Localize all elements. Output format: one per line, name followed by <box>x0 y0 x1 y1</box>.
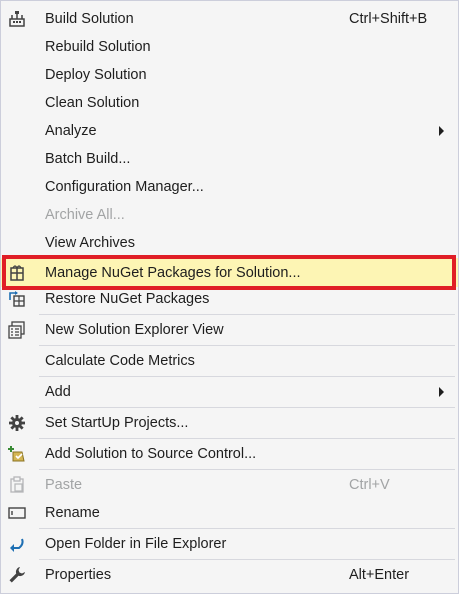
menu-item-label: Archive All... <box>45 207 125 223</box>
menu-item-view-archives[interactable]: View Archives <box>1 229 458 257</box>
menu-item-shortcut: Ctrl+V <box>349 477 390 493</box>
menu-separator <box>39 469 455 470</box>
menu-item-label: New Solution Explorer View <box>45 322 224 338</box>
menu-item-deploy-solution[interactable]: Deploy Solution <box>1 61 458 89</box>
menu-item-new-solution-explorer-view[interactable]: New Solution Explorer View <box>1 316 458 344</box>
menu-item-label: Restore NuGet Packages <box>45 291 210 307</box>
open-folder-arrow-icon <box>7 534 27 554</box>
menu-item-analyze[interactable]: Analyze <box>1 117 458 145</box>
menu-separator <box>39 559 455 560</box>
menu-separator <box>39 376 455 377</box>
menu-item-label: Rebuild Solution <box>45 39 151 55</box>
menu-item-label: Properties <box>45 567 112 583</box>
menu-item-shortcut: Ctrl+Shift+B <box>349 11 428 27</box>
menu-item-label: Rename <box>45 505 100 521</box>
menu-separator <box>39 345 455 346</box>
menu-item-properties[interactable]: Properties Alt+Enter <box>1 561 458 589</box>
source-control-add-icon <box>7 444 27 464</box>
menu-item-label: Clean Solution <box>45 95 140 111</box>
menu-item-label: Analyze <box>45 123 97 139</box>
rename-icon <box>7 503 27 523</box>
menu-item-add-solution-to-source-control[interactable]: Add Solution to Source Control... <box>1 440 458 468</box>
menu-item-set-startup-projects[interactable]: Set StartUp Projects... <box>1 409 458 437</box>
menu-item-open-folder-in-file-explorer[interactable]: Open Folder in File Explorer <box>1 530 458 558</box>
menu-item-label: View Archives <box>45 235 135 251</box>
menu-item-rename[interactable]: Rename <box>1 499 458 527</box>
menu-item-configuration-manager[interactable]: Configuration Manager... <box>1 173 458 201</box>
menu-item-add[interactable]: Add <box>1 378 458 406</box>
menu-item-batch-build[interactable]: Batch Build... <box>1 145 458 173</box>
menu-item-calculate-code-metrics[interactable]: Calculate Code Metrics <box>1 347 458 375</box>
menu-item-label: Deploy Solution <box>45 67 147 83</box>
wrench-icon <box>7 565 27 585</box>
menu-item-label: Open Folder in File Explorer <box>45 536 227 552</box>
menu-item-clean-solution[interactable]: Clean Solution <box>1 89 458 117</box>
restore-packages-icon <box>7 289 27 309</box>
solution-context-menu: Build Solution Ctrl+Shift+B Rebuild Solu… <box>0 0 459 594</box>
build-solution-icon <box>7 9 27 29</box>
menu-item-rebuild-solution[interactable]: Rebuild Solution <box>1 33 458 61</box>
submenu-arrow-icon <box>439 387 444 397</box>
menu-item-label: Paste <box>45 477 83 493</box>
solution-explorer-view-icon <box>7 320 27 340</box>
menu-separator <box>39 438 455 439</box>
menu-item-label: Calculate Code Metrics <box>45 353 195 369</box>
submenu-arrow-icon <box>439 126 444 136</box>
menu-item-build-solution[interactable]: Build Solution Ctrl+Shift+B <box>1 5 458 33</box>
menu-item-shortcut: Alt+Enter <box>349 567 410 583</box>
gear-icon <box>7 413 27 433</box>
menu-item-label: Configuration Manager... <box>45 179 204 195</box>
menu-item-label: Add Solution to Source Control... <box>45 446 257 462</box>
menu-item-label: Batch Build... <box>45 151 131 167</box>
menu-item-label: Build Solution <box>45 11 134 27</box>
menu-item-label: Set StartUp Projects... <box>45 415 189 431</box>
menu-separator <box>39 528 455 529</box>
menu-separator <box>39 407 455 408</box>
menu-item-label: Add <box>45 384 71 400</box>
menu-item-archive-all: Archive All... <box>1 201 458 229</box>
menu-separator <box>39 314 455 315</box>
paste-icon <box>7 475 27 495</box>
menu-item-paste: Paste Ctrl+V <box>1 471 458 499</box>
menu-item-restore-nuget-packages[interactable]: Restore NuGet Packages <box>1 285 458 313</box>
